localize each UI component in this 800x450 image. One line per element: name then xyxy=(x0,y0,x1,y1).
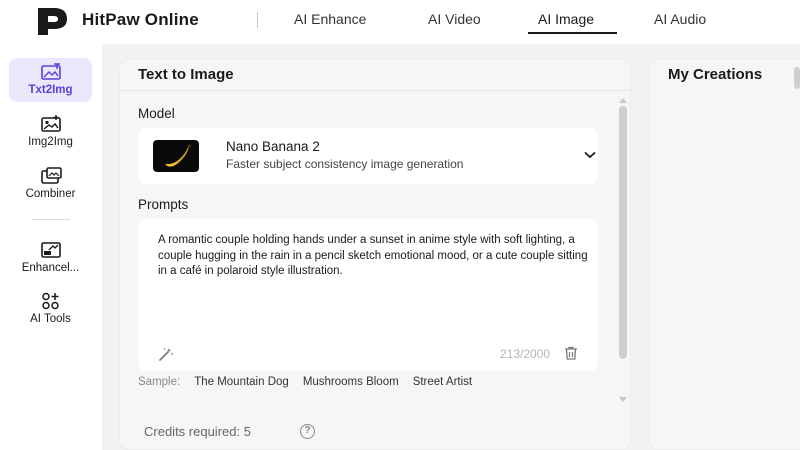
scroll-up-arrow-icon[interactable] xyxy=(619,98,627,103)
sidebar-item-label: AI Tools xyxy=(30,313,71,325)
left-sidebar: Txt2Img Img2Img Combiner Enhancel... AI … xyxy=(0,44,102,450)
prompt-textarea[interactable]: A romantic couple holding hands under a … xyxy=(138,219,598,371)
prompt-text[interactable]: A romantic couple holding hands under a … xyxy=(158,233,588,280)
nav-ai-audio[interactable]: AI Audio xyxy=(654,11,706,27)
credits-required: Credits required: 5 xyxy=(144,424,251,439)
nav-ai-image[interactable]: AI Image xyxy=(538,11,594,27)
chevron-down-icon[interactable] xyxy=(584,150,596,160)
image-image-icon xyxy=(41,115,61,132)
scroll-down-arrow-icon[interactable] xyxy=(619,397,627,402)
combine-icon xyxy=(41,167,62,184)
model-name: Nano Banana 2 xyxy=(226,139,320,154)
nav-ai-enhance[interactable]: AI Enhance xyxy=(294,11,366,27)
model-description: Faster subject consistency image generat… xyxy=(226,157,464,171)
sidebar-item-txt2img[interactable]: Txt2Img xyxy=(9,58,92,102)
sample-label: Sample: xyxy=(138,376,181,388)
nav-active-underline xyxy=(528,32,617,34)
sidebar-item-label: Combiner xyxy=(25,188,76,200)
sidebar-item-label: Txt2Img xyxy=(28,84,73,96)
model-label: Model xyxy=(138,106,175,121)
banana-icon xyxy=(165,144,191,167)
panel-scrollbar[interactable] xyxy=(619,98,627,403)
sample-chip-mushrooms-bloom[interactable]: Mushrooms Bloom xyxy=(303,376,399,388)
header-divider xyxy=(257,12,258,28)
help-icon[interactable]: ? xyxy=(300,424,315,439)
nav-ai-video[interactable]: AI Video xyxy=(428,11,481,27)
prompts-label: Prompts xyxy=(138,197,189,212)
creations-title: My Creations xyxy=(668,66,763,83)
sample-chip-mountain-dog[interactable]: The Mountain Dog xyxy=(194,376,289,388)
character-counter: 213/2000 xyxy=(500,347,551,361)
my-creations-panel: My Creations xyxy=(649,59,800,450)
text-image-icon xyxy=(41,63,61,80)
sample-chip-street-artist[interactable]: Street Artist xyxy=(413,376,472,388)
hitpaw-logo-icon[interactable] xyxy=(34,5,70,37)
panel-header-divider xyxy=(120,90,630,91)
sample-row: Sample: The Mountain Dog Mushrooms Bloom St… xyxy=(138,376,472,388)
panel-title: Text to Image xyxy=(138,66,234,83)
hd-enhance-icon xyxy=(41,242,61,258)
brand-name[interactable]: HitPaw Online xyxy=(82,10,199,30)
sidebar-item-label: Enhancel... xyxy=(21,262,80,274)
magic-wand-icon[interactable] xyxy=(158,347,174,361)
model-select[interactable]: Nano Banana 2 Faster subject consistency… xyxy=(138,128,598,184)
sidebar-item-combiner[interactable]: Combiner xyxy=(9,162,92,206)
sidebar-separator xyxy=(32,219,70,220)
sidebar-item-label: Img2Img xyxy=(28,136,73,148)
text-to-image-panel: Text to Image Model Nano Banana 2 Faster… xyxy=(119,59,631,450)
scrollbar-thumb[interactable] xyxy=(619,106,627,359)
model-thumbnail xyxy=(153,140,199,172)
sidebar-item-ai-tools[interactable]: AI Tools xyxy=(9,287,92,331)
creations-scrollbar-thumb[interactable] xyxy=(794,67,800,89)
trash-icon[interactable] xyxy=(564,346,578,360)
top-header: HitPaw Online AI Enhance AI Video AI Ima… xyxy=(0,0,800,44)
sidebar-item-img2img[interactable]: Img2Img xyxy=(9,110,92,154)
sidebar-item-enhancer[interactable]: Enhancel... xyxy=(9,236,92,280)
tools-grid-icon xyxy=(42,292,59,310)
